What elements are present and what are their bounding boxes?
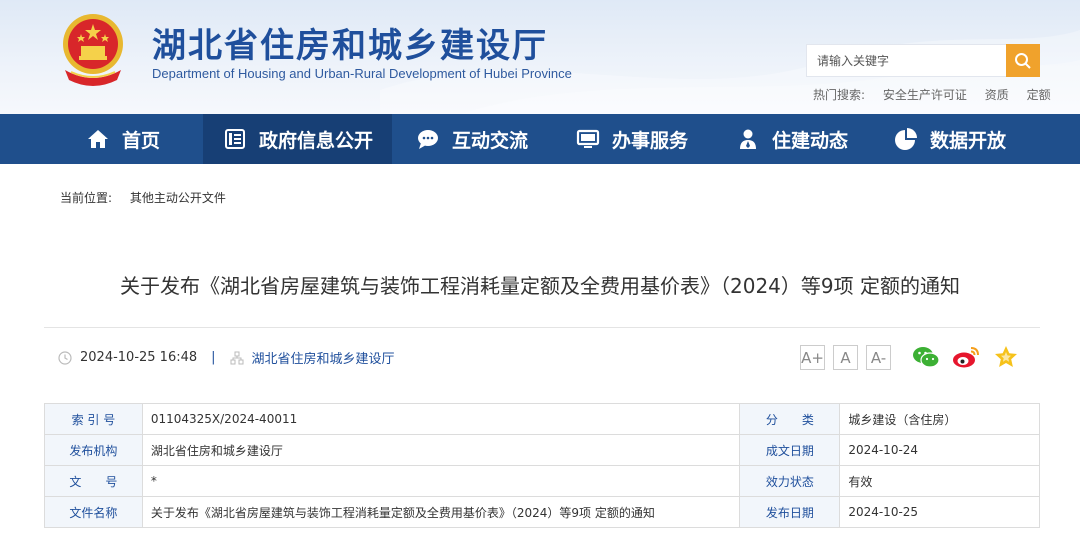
nav-item-label: 互动交流 — [452, 129, 529, 152]
document-icon — [223, 127, 247, 151]
font-size-controls: A+ A A- — [800, 345, 899, 370]
category-label: 分 类 — [739, 403, 841, 435]
index-number-label: 索 引 号 — [44, 403, 143, 435]
nav-item-label: 办事服务 — [612, 129, 689, 152]
publish-date-value: 2024-10-25 — [839, 496, 1040, 528]
chat-icon — [416, 127, 440, 151]
category-value: 城乡建设（含住房） — [839, 403, 1040, 435]
star-icon — [995, 346, 1017, 367]
clock-icon — [58, 350, 72, 365]
nav-item-news[interactable]: 住建动态 — [736, 114, 848, 164]
font-increase-button[interactable]: A+ — [800, 345, 825, 370]
article-meta: 2024-10-25 16:48 | 湖北省住房和城乡建设厅 — [58, 348, 395, 367]
font-normal-button[interactable]: A — [833, 345, 858, 370]
weibo-icon — [953, 347, 979, 368]
validity-status-value: 有效 — [839, 465, 1040, 497]
site-header: 湖北省住房和城乡建设厅 Department of Housing and Ur… — [0, 0, 1080, 114]
publisher: 湖北省住房和城乡建设厅 — [251, 352, 395, 367]
issuing-org-value: 湖北省住房和城乡建设厅 — [141, 434, 741, 466]
share-weibo-button[interactable] — [952, 343, 980, 371]
nav-item-gov-info[interactable]: 政府信息公开 — [203, 114, 392, 164]
issuing-org-label: 发布机构 — [44, 434, 143, 466]
title-divider — [44, 327, 1040, 328]
publish-date-label: 发布日期 — [739, 496, 841, 528]
search-icon — [1015, 52, 1031, 69]
home-icon — [86, 127, 110, 151]
share-favorite-button[interactable] — [992, 343, 1020, 371]
share-buttons — [912, 343, 1032, 371]
file-name-value: 关于发布《湖北省房屋建筑与装饰工程消耗量定额及全费用基价表》（2024）等9项 … — [141, 496, 741, 528]
breadcrumb: 当前位置: 其他主动公开文件 — [60, 189, 226, 206]
main-nav: 首页 政府信息公开 互动交流 办事服务 住建动态 数据开放 — [0, 114, 1080, 164]
nav-item-label: 数据开放 — [930, 129, 1007, 152]
hot-keyword[interactable]: 定额 — [1027, 88, 1051, 102]
site-subtitle: Department of Housing and Urban-Rural De… — [152, 66, 572, 81]
nav-item-services[interactable]: 办事服务 — [576, 114, 688, 164]
breadcrumb-current[interactable]: 其他主动公开文件 — [130, 191, 226, 205]
monitor-icon — [576, 127, 600, 151]
site-title: 湖北省住房和城乡建设厅 — [152, 26, 548, 66]
publish-datetime: 2024-10-25 16:48 — [80, 350, 198, 365]
article-title: 关于发布《湖北省房屋建筑与装饰工程消耗量定额及全费用基价表》（2024）等9项 … — [120, 274, 960, 298]
nav-item-label: 首页 — [122, 129, 161, 152]
hot-search-label: 热门搜索: — [813, 88, 866, 102]
table-row: 文 号 * 效力状态 有效 — [44, 465, 1040, 497]
search-input[interactable] — [807, 45, 1007, 76]
document-number-value: * — [141, 465, 741, 497]
index-number-value: 01104325X/2024-40011 — [141, 403, 741, 435]
table-row: 发布机构 湖北省住房和城乡建设厅 成文日期 2024-10-24 — [44, 434, 1040, 466]
search-button[interactable] — [1006, 44, 1040, 77]
breadcrumb-label: 当前位置: — [60, 191, 113, 205]
nav-item-home[interactable]: 首页 — [86, 114, 160, 164]
nav-item-label: 政府信息公开 — [259, 129, 374, 152]
drafted-date-value: 2024-10-24 — [839, 434, 1040, 466]
hot-keyword[interactable]: 安全生产许可证 — [883, 88, 967, 102]
person-icon — [736, 127, 760, 151]
share-wechat-button[interactable] — [912, 343, 940, 371]
drafted-date-label: 成文日期 — [739, 434, 841, 466]
search-box — [806, 44, 1040, 77]
validity-status-label: 效力状态 — [739, 465, 841, 497]
org-icon — [230, 351, 244, 364]
meta-separator: | — [211, 350, 216, 365]
table-row: 索 引 号 01104325X/2024-40011 分 类 城乡建设（含住房） — [44, 403, 1040, 435]
document-number-label: 文 号 — [44, 465, 143, 497]
nav-item-label: 住建动态 — [772, 129, 849, 152]
font-decrease-button[interactable]: A- — [866, 345, 891, 370]
hot-keyword[interactable]: 资质 — [985, 88, 1009, 102]
hot-search: 热门搜索: 安全生产许可证 资质 定额 — [813, 86, 1065, 103]
nav-item-interaction[interactable]: 互动交流 — [416, 114, 528, 164]
wechat-icon — [913, 347, 940, 368]
pie-chart-icon — [894, 127, 918, 151]
file-name-label: 文件名称 — [44, 496, 143, 528]
table-row: 文件名称 关于发布《湖北省房屋建筑与装饰工程消耗量定额及全费用基价表》（2024… — [44, 496, 1040, 528]
nav-item-open-data[interactable]: 数据开放 — [894, 114, 1006, 164]
document-info-table: 索 引 号 01104325X/2024-40011 分 类 城乡建设（含住房）… — [44, 403, 1040, 528]
national-emblem-icon — [63, 14, 123, 86]
